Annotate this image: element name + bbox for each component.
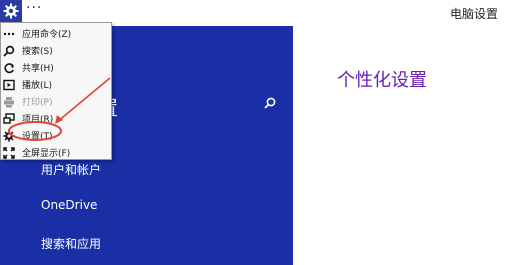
menu-item-label: 播放(L) (22, 81, 53, 91)
content-pane: 个性化设置 (293, 26, 510, 265)
search-button[interactable] (264, 94, 276, 113)
nav-item-onedrive[interactable]: OneDrive (41, 198, 97, 212)
menu-item-devices[interactable]: 项目(R) (1, 110, 111, 127)
menu-item-print: 打印(P) (1, 93, 111, 110)
print-icon (2, 93, 16, 110)
menu-item-fullscreen[interactable]: 全屏显示(F) (1, 144, 111, 161)
menu-item-label: 全屏显示(F) (22, 149, 71, 159)
app-settings-button[interactable] (0, 0, 22, 22)
menu-item-label: 项目(R) (22, 115, 54, 125)
menu-item-play[interactable]: 播放(L) (1, 76, 111, 93)
page-title: 个性化设置 (337, 70, 427, 91)
share-icon (2, 59, 16, 76)
devices-icon (2, 110, 16, 127)
menu-item-label: 搜索(S) (22, 47, 53, 57)
menu-item-label: 应用命令(Z) (22, 30, 72, 40)
play-icon (2, 76, 16, 93)
window-title: 电脑设置 (449, 7, 498, 21)
menu-item-share[interactable]: 共享(H) (1, 59, 111, 76)
gear-icon (3, 3, 19, 19)
nav-item-accounts[interactable]: 用户和帐户 (41, 161, 101, 178)
menu-item-label: 打印(P) (22, 98, 53, 108)
title-bar-more-button[interactable]: ··· (26, 1, 42, 15)
menu-item-label: 设置(T) (22, 132, 53, 142)
search-icon (2, 42, 16, 59)
menu-item-search[interactable]: 搜索(S) (1, 42, 111, 59)
menu-item-app-commands[interactable]: 应用命令(Z) (1, 25, 111, 42)
menu-item-label: 共享(H) (22, 64, 54, 74)
more-icon (2, 25, 16, 42)
app-commands-menu: 应用命令(Z) 搜索(S) 共享(H) 播放(L) 打印(P) 项目(R) 设置… (0, 22, 112, 160)
search-icon (264, 97, 276, 109)
fullscreen-icon (2, 144, 16, 161)
nav-item-search-apps[interactable]: 搜索和应用 (41, 235, 101, 252)
menu-item-settings[interactable]: 设置(T) (1, 127, 111, 144)
gear-icon (2, 127, 16, 144)
